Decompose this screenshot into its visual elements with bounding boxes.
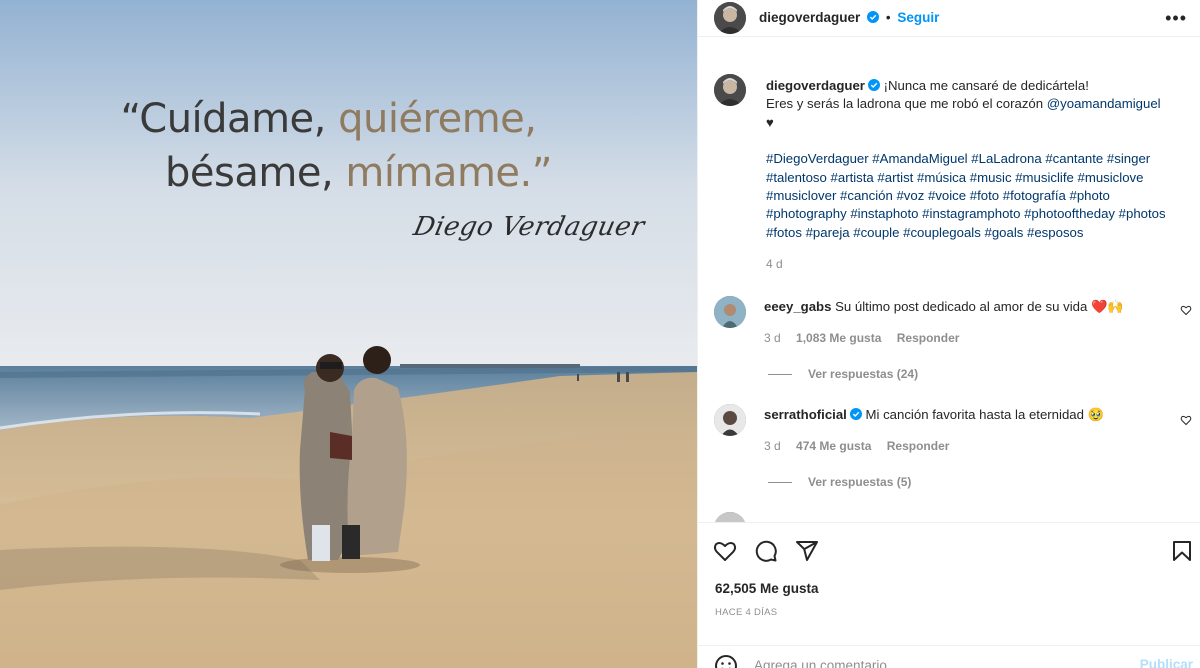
smiley-icon[interactable] [714,654,738,668]
header-username[interactable]: diegoverdaguer [759,10,860,25]
heart-icon[interactable] [713,539,737,563]
comment-emoji: 🥹 [1087,407,1105,422]
comment-time[interactable]: 3 d [764,331,781,345]
verified-badge-icon [867,79,880,91]
follow-button[interactable]: Seguir [897,10,939,25]
caption-hashtags[interactable]: #DiegoVerdaguer #AmandaMiguel #LaLadrona… [766,150,1186,242]
share-icon[interactable] [795,539,819,563]
comment-body: serrathoficial Mi canción favorita hasta… [764,406,1104,424]
comment-meta: 3 d 1,083 Me gusta Responder [764,331,971,345]
view-replies-button[interactable]: Ver respuestas (5) [768,475,911,489]
separator-dot: • [885,10,891,25]
avatar[interactable] [714,2,746,34]
caption-line-1: diegoverdaguer ¡Nunca me cansaré de dedi… [766,77,1186,95]
reply-button[interactable]: Responder [887,439,950,453]
verified-badge-icon [849,408,862,420]
commenter-avatar[interactable] [714,404,746,436]
comment-likes[interactable]: 474 Me gusta [796,439,871,453]
comment-text: Su último post dedicado al amor de su vi… [835,299,1088,314]
more-options-icon[interactable]: ••• [1165,8,1187,29]
caption-text: Eres y serás la ladrona que me robó el c… [766,96,1044,112]
post-image[interactable]: “Cuídame, quiéreme, bésame, mímame.” Die… [0,0,697,668]
post-side-panel: diegoverdaguer • Seguir ••• diegoverdagu [697,0,1200,668]
caption-heart: ♥ [766,114,774,130]
quote-word-accent: mímame.” [345,150,552,196]
replies-dash [768,374,792,376]
comment-likes[interactable]: 1,083 Me gusta [796,331,881,345]
comment-emoji: ❤️🙌 [1090,299,1124,314]
avatar-image [714,404,746,436]
avatar-image [714,2,746,34]
publish-button[interactable]: Publicar [1140,657,1193,668]
like-comment-icon[interactable] [1180,304,1192,316]
comment-composer: Publicar [698,645,1200,668]
view-replies-label: Ver respuestas (5) [808,475,912,489]
comment-item: eeey_gabs Su último post dedicado al amo… [712,296,1192,386]
caption-line-2: Eres y serás la ladrona que me robó el c… [766,95,1186,113]
verified-badge-icon [867,11,880,23]
post-actions: 62,505 Me gusta HACE 4 DÍAS Publicar [698,522,1200,668]
caption-username[interactable]: diegoverdaguer [766,78,865,93]
caption-avatar[interactable] [714,74,746,106]
comment-meta: 3 d 474 Me gusta Responder [764,439,961,453]
reply-button[interactable]: Responder [897,331,960,345]
comment-time[interactable]: 3 d [764,439,781,453]
replies-dash [768,482,792,484]
comment-icon[interactable] [754,539,778,563]
photo-quote: “Cuídame, quiéreme, bésame, mímame.” [0,92,697,200]
quote-line-1: “Cuídame, quiéreme, [0,92,697,146]
comment-input[interactable] [754,654,1114,668]
mention-link[interactable]: @yoamandamiguel [1047,96,1161,111]
bookmark-icon[interactable] [1170,539,1194,563]
quote-word: bésame, [165,150,334,196]
like-comment-icon[interactable] [1180,414,1192,426]
quote-word-accent: quiéreme, [338,96,537,142]
photo-signature: Diego Verdaguer [410,212,648,242]
likes-count[interactable]: 62,505 Me gusta [715,581,819,596]
caption-time[interactable]: 4 d [766,257,783,271]
avatar-image [714,296,746,328]
view-replies-label: Ver respuestas (24) [808,367,919,381]
quote-word: “Cuídame, [120,96,326,142]
comment-body: eeey_gabs Su último post dedicado al amo… [764,298,1124,316]
quote-line-2: bésame, mímame.” [0,146,697,200]
post-header: diegoverdaguer • Seguir ••• [698,0,1200,37]
comment-text: Mi canción favorita hasta la eternidad [865,407,1084,422]
comment-username[interactable]: serrathoficial [764,407,847,422]
comment-username[interactable]: eeey_gabs [764,299,831,314]
comment-item: serrathoficial Mi canción favorita hasta… [712,404,1192,494]
post-date[interactable]: HACE 4 DÍAS [715,607,777,618]
post-caption: diegoverdaguer ¡Nunca me cansaré de dedi… [766,77,1186,242]
commenter-avatar[interactable] [714,296,746,328]
caption-text: ¡Nunca me cansaré de dedicártela! [883,78,1089,93]
avatar-image [714,74,746,106]
post-modal: “Cuídame, quiéreme, bésame, mímame.” Die… [0,0,1200,668]
view-replies-button[interactable]: Ver respuestas (24) [768,367,918,381]
